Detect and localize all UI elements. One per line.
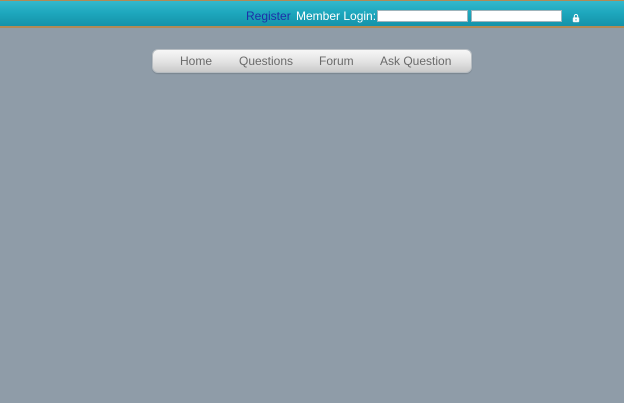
member-login-label: Member Login: — [296, 9, 377, 23]
header-bar: Register Member Login: — [0, 0, 624, 28]
nav-ask-question[interactable]: Ask Question — [380, 54, 451, 68]
register-link[interactable]: Register — [246, 9, 291, 23]
nav-forum[interactable]: Forum — [319, 54, 354, 68]
password-input[interactable] — [471, 10, 562, 22]
nav-questions[interactable]: Questions — [239, 54, 293, 68]
lock-icon[interactable] — [571, 10, 581, 23]
main-nav: Home Questions Forum Ask Question — [152, 49, 472, 73]
username-input[interactable] — [377, 10, 468, 22]
nav-home[interactable]: Home — [180, 54, 212, 68]
